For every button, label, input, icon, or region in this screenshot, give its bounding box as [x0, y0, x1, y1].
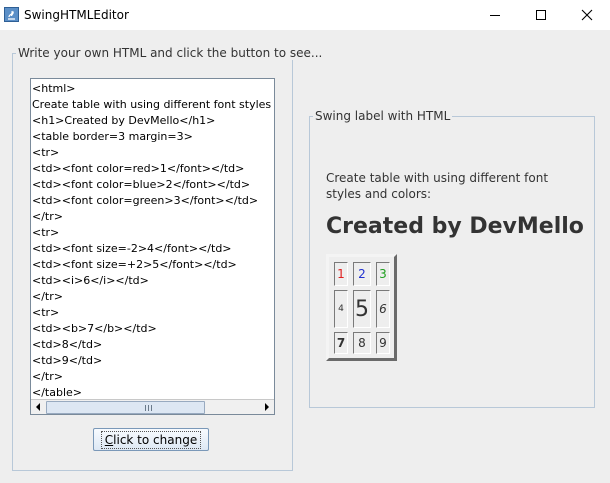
cell-value: 9	[379, 336, 387, 350]
maximize-icon	[536, 10, 546, 20]
arrow-left-icon	[36, 403, 40, 411]
table-cell: 8	[353, 332, 371, 354]
cell-value: 6	[379, 302, 387, 316]
maximize-button[interactable]	[518, 0, 564, 30]
click-to-change-label: Click to change	[100, 430, 202, 449]
editor-line: <tr>	[32, 226, 60, 239]
java-app-icon	[4, 7, 19, 22]
click-to-change-button[interactable]: Click to change	[93, 428, 209, 451]
table-cell: 5	[353, 290, 371, 328]
scrollbar-thumb[interactable]	[46, 401, 205, 414]
editor-line: <tr>	[32, 146, 60, 159]
editor-group-title: Write your own HTML and click the button…	[16, 46, 325, 60]
editor-line: <table border=3 margin=3>	[32, 130, 193, 143]
preview-table: 1 2 3 4 5 6 7 8 9	[326, 254, 397, 361]
editor-line: <td><font size=-2>4</font></td>	[32, 242, 232, 255]
cell-value: 7	[336, 336, 346, 350]
html-editor-textarea[interactable]: <html> Create table with using different …	[30, 78, 275, 415]
editor-line: <td><b>7</b></td>	[32, 322, 157, 335]
preview-heading: Created by DevMello	[326, 214, 584, 239]
cell-value: 8	[358, 336, 366, 350]
scroll-right-button[interactable]	[260, 400, 274, 414]
table-cell: 1	[334, 262, 348, 286]
editor-line: <td>8</td>	[32, 338, 103, 351]
editor-line: </tr>	[32, 210, 63, 223]
editor-line: <td><font color=green>3</font></td>	[32, 194, 259, 207]
close-button[interactable]	[564, 0, 610, 30]
table-cell: 4	[334, 290, 348, 328]
editor-line: <td>9</td>	[32, 354, 103, 367]
scroll-left-button[interactable]	[31, 400, 45, 414]
editor-line: <td><i>6</i></td>	[32, 274, 149, 287]
editor-line: <td><font size=+2>5</font></td>	[32, 258, 237, 271]
minimize-button[interactable]	[472, 0, 518, 30]
close-icon	[581, 9, 593, 21]
cell-value: 4	[338, 304, 344, 314]
cell-value: 1	[337, 267, 345, 281]
editor-line: </tr>	[32, 370, 63, 383]
editor-line: <html>	[32, 82, 76, 95]
cell-value: 3	[379, 267, 387, 281]
title-bar: SwingHTMLEditor	[0, 0, 610, 30]
editor-line: <td><font color=red>1</font></td>	[32, 162, 245, 175]
editor-lines: <html> Create table with using different …	[32, 81, 274, 401]
horizontal-scrollbar[interactable]	[31, 399, 274, 414]
table-cell: 3	[376, 262, 390, 286]
editor-line: </tr>	[32, 290, 63, 303]
table-cell: 9	[376, 332, 390, 354]
editor-line: <tr>	[32, 306, 60, 319]
editor-line: <h1>Created by DevMello</h1>	[32, 114, 216, 127]
preview-group-title: Swing label with HTML	[313, 109, 453, 123]
table-cell: 6	[376, 290, 390, 328]
cell-value: 2	[358, 267, 366, 281]
editor-line: <td><font color=blue>2</font></td>	[32, 178, 251, 191]
arrow-right-icon	[265, 403, 269, 411]
table-cell: 7	[334, 332, 348, 354]
preview-description: Create table with using different font s…	[326, 171, 549, 201]
table-cell: 2	[353, 262, 371, 286]
editor-line: Create table with using different font s…	[32, 98, 274, 111]
cell-value: 5	[355, 296, 369, 322]
window-title: SwingHTMLEditor	[24, 8, 129, 22]
grip-icon	[145, 405, 152, 411]
minimize-icon	[490, 15, 500, 16]
